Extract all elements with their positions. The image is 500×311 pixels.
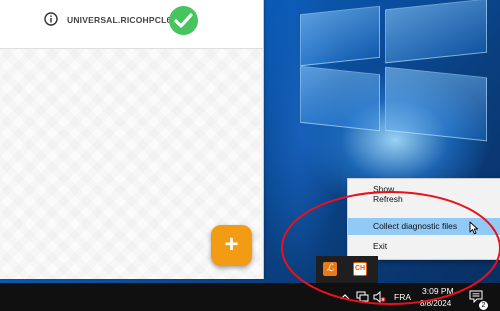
windows-logo-pane bbox=[385, 0, 487, 64]
printer-name: UNIVERSAL.RICOHPCL6U... bbox=[67, 15, 186, 25]
windows-logo-pane bbox=[300, 65, 380, 132]
windows-logo-pane bbox=[385, 66, 487, 142]
tray-context-menu: Show Refresh Collect diagnostic files Ex… bbox=[347, 178, 500, 260]
taskbar: FRA 3:09 PM 8/8/2024 bbox=[0, 283, 500, 311]
menu-item-show[interactable]: Show bbox=[348, 181, 500, 197]
menu-item-exit[interactable]: Exit bbox=[348, 238, 500, 254]
clock-date[interactable]: 8/8/2024 bbox=[420, 299, 451, 308]
app-white-orange-icon[interactable]: CH bbox=[353, 262, 367, 276]
network-icon[interactable] bbox=[356, 291, 369, 303]
menu-item-label: Exit bbox=[373, 241, 388, 251]
clock-time[interactable]: 3:09 PM bbox=[422, 286, 454, 296]
menu-item-refresh[interactable]: Refresh bbox=[348, 194, 500, 213]
chevron-up-icon[interactable] bbox=[340, 292, 350, 302]
add-button[interactable]: + bbox=[211, 225, 252, 266]
notification-count-badge: 2 bbox=[478, 300, 489, 311]
input-language-indicator[interactable]: FRA bbox=[394, 292, 411, 302]
info-icon[interactable] bbox=[44, 12, 58, 26]
mouse-cursor-icon bbox=[469, 221, 479, 235]
app-header: UNIVERSAL.RICOHPCL6U... bbox=[0, 0, 263, 49]
check-icon bbox=[169, 6, 198, 35]
volume-muted-icon[interactable] bbox=[373, 291, 386, 303]
tray-overflow-flyout: ℒ CH bbox=[316, 256, 378, 283]
menu-item-label: Refresh bbox=[373, 194, 403, 204]
windows-logo-pane bbox=[300, 5, 380, 67]
app-orange-script-icon[interactable]: ℒ bbox=[323, 262, 337, 276]
menu-item-label: Collect diagnostic files bbox=[373, 221, 458, 231]
